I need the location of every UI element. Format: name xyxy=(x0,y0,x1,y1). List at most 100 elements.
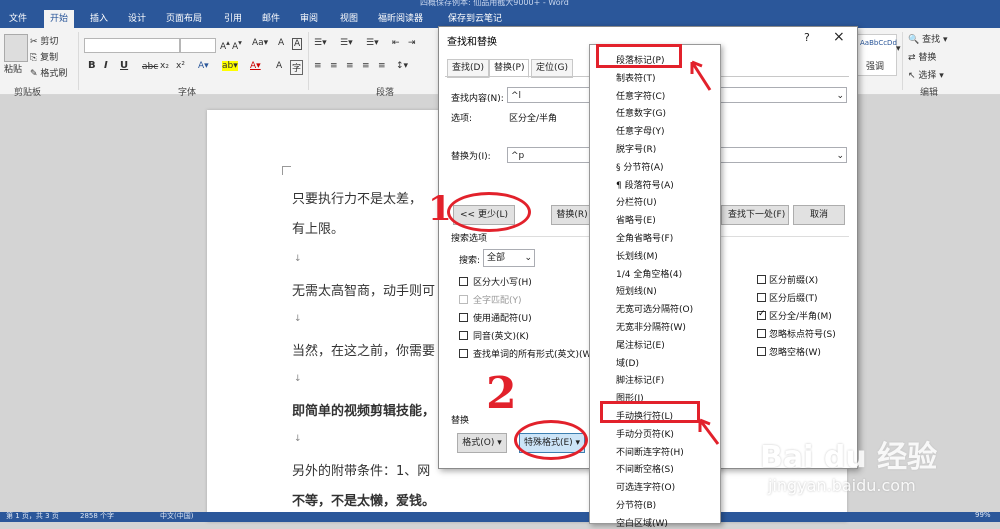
font-name-combo[interactable] xyxy=(84,38,180,53)
sounds-like-checkbox[interactable] xyxy=(459,331,468,340)
tab-layout[interactable]: 页面布局 xyxy=(160,10,208,28)
font-color-icon[interactable]: A▾ xyxy=(250,61,261,71)
special-menu-item[interactable]: 短划线(N) xyxy=(616,284,657,297)
decrease-indent-icon[interactable]: ⇤ xyxy=(392,38,400,48)
special-menu-item[interactable]: 域(D) xyxy=(616,356,639,369)
underline-button[interactable]: U xyxy=(120,60,128,71)
shrink-font-icon[interactable]: A▾ xyxy=(232,38,242,52)
subscript-button[interactable]: x₂ xyxy=(160,61,169,71)
align-left-icon[interactable]: ≡ xyxy=(314,61,322,71)
word-forms-checkbox[interactable] xyxy=(459,349,468,358)
special-menu-item[interactable]: 脱字号(R) xyxy=(616,142,656,155)
special-menu-item[interactable]: 省略号(E) xyxy=(616,213,656,226)
special-menu-item[interactable]: 空白区域(W) xyxy=(616,516,668,529)
numbering-icon[interactable]: ☰▾ xyxy=(340,38,353,48)
clear-format-icon[interactable]: A xyxy=(278,38,284,48)
special-menu-item[interactable]: 任意字符(C) xyxy=(616,89,665,102)
distributed-icon[interactable]: ≡ xyxy=(378,61,386,71)
font-size-combo[interactable] xyxy=(180,38,216,53)
special-menu-item[interactable]: 可选连字符(O) xyxy=(616,480,675,493)
status-zoom[interactable]: 99% xyxy=(975,511,991,519)
tab-mailings[interactable]: 邮件 xyxy=(256,10,286,28)
tab-home[interactable]: 开始 xyxy=(44,10,75,28)
strikethrough-button[interactable]: abc xyxy=(142,62,158,72)
special-menu-item[interactable]: 分栏符(U) xyxy=(616,195,657,208)
special-menu-item[interactable]: 任意字母(Y) xyxy=(616,124,665,137)
justify-icon[interactable]: ≡ xyxy=(362,61,370,71)
ignore-punct-checkbox[interactable] xyxy=(757,329,766,338)
ignore-space-checkbox[interactable] xyxy=(757,347,766,356)
italic-button[interactable]: I xyxy=(104,60,108,71)
change-case-icon[interactable]: Aa▾ xyxy=(252,38,268,48)
char-border-icon[interactable]: A xyxy=(292,38,303,50)
tab-view[interactable]: 视图 xyxy=(334,10,364,28)
tab-references[interactable]: 引用 xyxy=(218,10,248,28)
enclose-char-icon[interactable]: 字 xyxy=(290,60,304,75)
char-shading-icon[interactable]: A xyxy=(276,61,282,71)
superscript-button[interactable]: x² xyxy=(176,61,185,71)
special-menu-item[interactable]: 尾注标记(E) xyxy=(616,338,665,351)
increase-indent-icon[interactable]: ⇥ xyxy=(408,38,416,48)
special-menu-item[interactable]: 不间断空格(S) xyxy=(616,462,674,475)
chevron-down-icon: ⌄ xyxy=(524,253,532,263)
bullets-icon[interactable]: ☰▾ xyxy=(314,38,327,48)
special-menu-item[interactable]: ¶ 段落符号(A) xyxy=(616,178,674,191)
align-right-icon[interactable]: ≡ xyxy=(346,61,354,71)
find-button[interactable]: 🔍 查找 ▾ xyxy=(908,32,948,45)
format-painter-button[interactable]: ✎ 格式刷 xyxy=(30,66,67,79)
find-next-button[interactable]: 查找下一处(F) xyxy=(721,205,789,225)
align-center-icon[interactable]: ≡ xyxy=(330,61,338,71)
special-menu-item[interactable]: 手动分页符(K) xyxy=(616,427,674,440)
tab-insert[interactable]: 插入 xyxy=(84,10,114,28)
tab-design[interactable]: 设计 xyxy=(122,10,152,28)
format-button[interactable]: 格式(O) ▾ xyxy=(457,433,507,453)
match-suffix-checkbox[interactable] xyxy=(757,293,766,302)
style-gallery-item[interactable]: AaBbCcDd 强调 xyxy=(857,34,897,76)
whole-word-checkbox[interactable] xyxy=(459,295,468,304)
doc-paragraph: 当然，在这之前，你需要 xyxy=(292,344,436,359)
status-page[interactable]: 第 1 页，共 3 页 xyxy=(6,511,59,521)
replace-button[interactable]: 替换(R) xyxy=(551,205,593,225)
paste-icon[interactable] xyxy=(4,34,28,62)
special-menu-item[interactable]: 无宽非分隔符(W) xyxy=(616,320,686,333)
chevron-down-icon[interactable]: ⌄ xyxy=(836,88,844,104)
style-sample: AaBbCcDd xyxy=(860,39,897,47)
bold-button[interactable]: B xyxy=(88,60,96,71)
highlight-icon[interactable]: ab▾ xyxy=(222,61,238,71)
special-menu-item[interactable]: 全角省略号(F) xyxy=(616,231,673,244)
special-menu-item[interactable]: 不间断连字符(H) xyxy=(616,445,684,458)
match-prefix-checkbox[interactable] xyxy=(757,275,766,284)
search-direction-select[interactable]: 全部 ⌄ xyxy=(483,249,535,267)
text-effects-icon[interactable]: A▾ xyxy=(198,61,209,71)
replace-ribbon-button[interactable]: ⇄ 替换 xyxy=(908,50,936,63)
special-menu-item[interactable]: 任意数字(G) xyxy=(616,106,666,119)
copy-button[interactable]: ⎘ 复制 xyxy=(30,50,58,63)
status-words[interactable]: 2858 个字 xyxy=(80,511,114,521)
match-case-checkbox[interactable] xyxy=(459,277,468,286)
ribbon-separator xyxy=(308,32,309,90)
status-lang[interactable]: 中文(中国) xyxy=(160,511,193,521)
special-menu-item[interactable]: 无宽可选分隔符(O) xyxy=(616,302,693,315)
special-menu-item[interactable]: 脚注标记(F) xyxy=(616,373,664,386)
styles-scroll-icon[interactable]: ▾ xyxy=(896,44,901,54)
special-menu-item[interactable]: 1/4 全角空格(4) xyxy=(616,267,682,280)
special-menu-item[interactable]: 长划线(M) xyxy=(616,249,658,262)
cut-button[interactable]: ✂ 剪切 xyxy=(30,34,58,47)
chevron-down-icon[interactable]: ⌄ xyxy=(836,148,844,164)
close-button[interactable]: × xyxy=(833,29,845,45)
multilevel-icon[interactable]: ☰▾ xyxy=(366,38,379,48)
special-menu-item[interactable]: 制表符(T) xyxy=(616,71,656,84)
tab-review[interactable]: 审阅 xyxy=(294,10,324,28)
cancel-button[interactable]: 取消 xyxy=(793,205,845,225)
select-button[interactable]: ↖ 选择 ▾ xyxy=(908,68,944,81)
width-checkbox[interactable] xyxy=(757,309,766,320)
special-menu-item[interactable]: § 分节符(A) xyxy=(616,160,664,173)
line-spacing-icon[interactable]: ↕▾ xyxy=(396,61,408,71)
special-menu-item[interactable]: 分节符(B) xyxy=(616,498,656,511)
grow-font-icon[interactable]: A▴ xyxy=(220,38,230,52)
tab-file[interactable]: 文件 xyxy=(0,10,36,28)
wildcards-checkbox[interactable] xyxy=(459,313,468,322)
help-button[interactable]: ? xyxy=(804,31,810,44)
tab-foxit[interactable]: 福昕阅读器 xyxy=(372,10,429,28)
paste-button[interactable]: 粘贴 xyxy=(4,62,22,75)
